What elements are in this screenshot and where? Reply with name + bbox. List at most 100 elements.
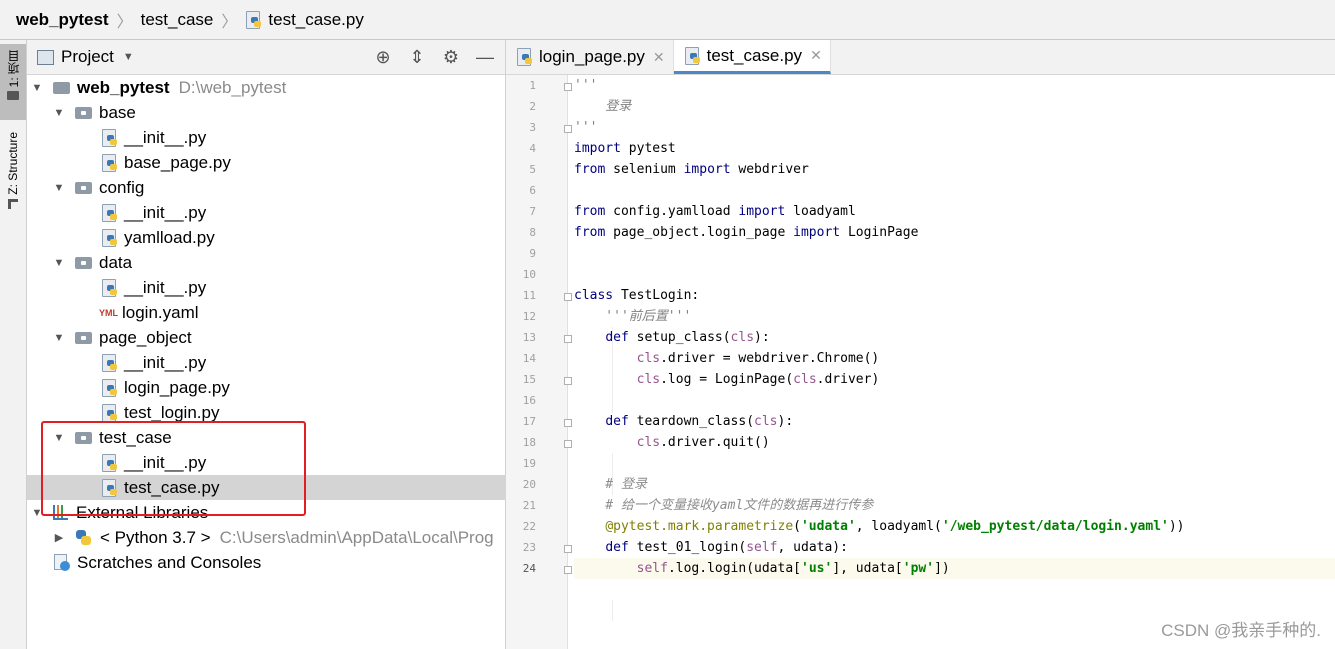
line-number: 2 [529,100,536,113]
code-line: '''前后置''' [574,309,692,324]
tree-row-file[interactable]: YML login.yaml [27,300,576,325]
gear-icon[interactable]: ⚙ [441,46,461,68]
tree-row-file[interactable]: __init__.py [27,200,578,225]
tree-row-file[interactable]: login_page.py [27,375,578,400]
structure-tool-tab-label: Z: Structure [6,132,20,195]
tree-item-label: __init__.py [124,202,207,222]
line-number: 5 [529,163,536,176]
tree-row-file[interactable]: __init__.py [27,125,578,150]
yaml-file-icon: YML [99,307,118,318]
fold-marker-icon[interactable] [564,125,572,133]
close-icon[interactable]: ✕ [810,47,822,64]
python-file-icon [245,10,262,29]
tree-row-scratches[interactable]: Scratches and Consoles [27,550,530,575]
tree-row-package[interactable]: ▼ config [27,175,530,200]
collapse-all-icon[interactable]: ⇕ [407,46,427,68]
line-number: 11 [522,289,536,302]
breadcrumb-project[interactable]: web_pytest [16,10,109,30]
locate-target-icon[interactable]: ⊕ [373,46,393,68]
tab-login-page[interactable]: login_page.py ✕ [506,40,674,74]
fold-marker-icon[interactable] [564,566,572,574]
project-tool-tab[interactable]: 1: 项目 [0,44,26,120]
fold-marker-icon[interactable] [564,377,572,385]
line-number: 14 [522,352,536,365]
line-number: 6 [529,184,536,197]
tree-row-package[interactable]: ▼ page_object [27,325,530,350]
tree-row-file[interactable]: base_page.py [27,150,578,175]
line-number: 19 [522,457,536,470]
code-line: # 登录 [574,477,647,492]
tree-item-label: data [99,252,133,272]
expand-arrow-icon[interactable]: ▼ [53,182,65,194]
expand-arrow-icon[interactable]: ▼ [53,257,65,269]
code-line: def setup_class(cls): [605,330,770,345]
code-line: ''' [574,120,598,135]
fold-marker-icon[interactable] [564,335,572,343]
code-line: def teardown_class(cls): [605,414,794,429]
chevron-right-icon: 〉 [116,13,133,31]
tree-row-root[interactable]: ▼ web_pytest D:\web_pytest [27,75,508,100]
line-number: 3 [529,121,536,134]
structure-tool-tab[interactable]: Z: Structure [0,132,26,232]
tree-item-label: __init__.py [124,352,207,372]
tree-item-label: < Python 3.7 > [100,527,211,547]
expand-arrow-icon[interactable]: ▶ [53,531,65,544]
tab-label: test_case.py [706,45,803,65]
chevron-down-icon[interactable]: ▼ [123,51,134,63]
code-line: from config.yamlload import loadyaml [574,204,856,219]
minimize-icon[interactable]: — [475,46,495,68]
breadcrumb-folder[interactable]: test_case [141,10,214,30]
code-line: cls.driver = webdriver.Chrome() [636,351,880,366]
python-file-icon [101,203,118,222]
tree-item-label: login_page.py [124,377,230,397]
tree-item-label: yamlload.py [124,227,215,247]
watermark: CSDN @我亲手种的. [1161,621,1321,640]
close-icon[interactable]: ✕ [653,49,665,66]
tree-item-label: test_login.py [124,402,220,422]
tree-item-path: D:\web_pytest [178,77,287,97]
tree-row-file[interactable]: __init__.py [27,275,578,300]
project-tool-tab-label: 1: 项目 [6,50,21,88]
chevron-right-icon: 〉 [221,13,238,31]
tree-row-package[interactable]: ▼ data [27,250,530,275]
fold-marker-icon[interactable] [564,83,572,91]
indent-guide [612,600,613,621]
tree-item-label: base [99,102,136,122]
python-file-icon [101,128,118,147]
tree-row-package[interactable]: ▼ base [27,100,530,125]
package-folder-icon [75,181,92,194]
tree-row-file[interactable]: yamlload.py [27,225,578,250]
highlight-box [41,421,306,516]
package-folder-icon [75,256,92,269]
tree-row-file[interactable]: __init__.py [27,350,578,375]
python-logo-icon [75,529,92,546]
fold-marker-icon[interactable] [564,293,572,301]
python-file-icon [101,378,118,397]
fold-marker-icon[interactable] [564,545,572,553]
structure-icon [8,198,18,209]
breadcrumb-file[interactable]: test_case.py [245,10,364,30]
expand-arrow-icon[interactable]: ▼ [53,332,65,344]
fold-marker-icon[interactable] [564,440,572,448]
code-line: class TestLogin: [574,288,700,303]
python-file-icon [101,353,118,372]
python-file-icon [516,48,533,66]
line-number: 10 [522,268,536,281]
code-line: import pytest [574,141,676,156]
tab-test-case[interactable]: test_case.py ✕ [673,40,831,74]
tree-item-label: __init__.py [124,277,207,297]
line-number: 22 [522,520,536,533]
line-number: 24 [522,562,536,575]
code-line: from page_object.login_page import Login… [574,225,919,240]
expand-arrow-icon[interactable]: ▼ [31,82,43,94]
line-number: 16 [522,394,536,407]
line-number: 21 [522,499,536,512]
project-panel-title[interactable]: Project [61,47,114,67]
line-gutter: 1 2 3 4 5 6 7 8 9 10 11 12 13 14 15 16 17 18 19 20 21 22 23 24 [506,75,572,649]
expand-arrow-icon[interactable]: ▼ [53,107,65,119]
fold-marker-icon[interactable] [564,419,572,427]
tree-row-python-sdk[interactable]: ▶ < Python 3.7 > C:\Users\admin\AppData\… [27,525,530,550]
line-number: 4 [529,142,536,155]
